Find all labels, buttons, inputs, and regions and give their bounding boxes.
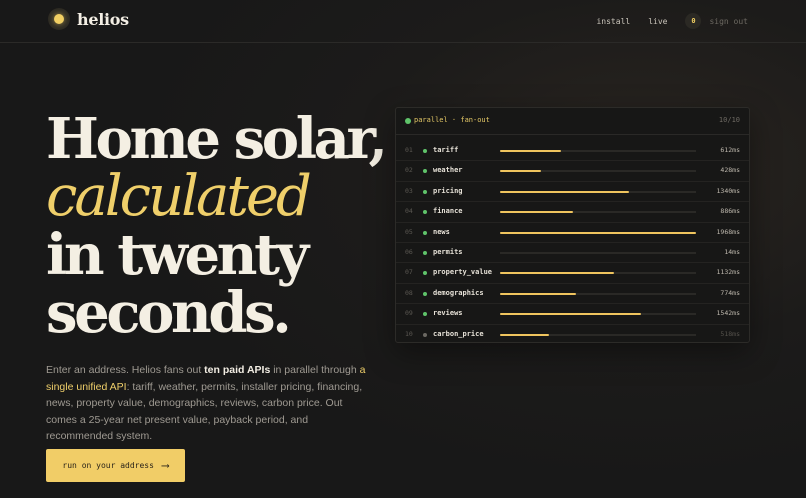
latency-bar-track: [500, 251, 696, 254]
status-dot-icon: [423, 332, 427, 337]
nav-links: install live 0 sign out: [578, 13, 748, 29]
status-dot-icon: [423, 312, 427, 317]
api-row-number: 09: [405, 309, 413, 318]
api-row-number: 03: [405, 186, 413, 195]
status-dot-icon: [423, 250, 427, 255]
status-dot-icon: [423, 210, 427, 215]
api-latency: 1542ms: [716, 309, 740, 318]
latency-bar-fill: [500, 170, 542, 173]
api-name: news: [433, 227, 450, 236]
hero-description: Enter an address. Helios fans out ten pa…: [46, 362, 366, 445]
api-row-number: 02: [405, 166, 413, 175]
api-latency: 774ms: [720, 288, 740, 297]
latency-bar-track: [500, 211, 696, 214]
sun-icon: [48, 8, 70, 30]
api-row: 05 news 1968ms: [396, 223, 749, 243]
status-dot-icon: [423, 230, 427, 235]
api-latency: 14ms: [724, 247, 740, 256]
latency-bar-fill: [500, 333, 549, 336]
api-latency: 1968ms: [716, 227, 740, 236]
latency-bar-fill: [500, 313, 642, 316]
hero-headline: Home solar, calculated in twenty seconds…: [46, 106, 388, 346]
status-dot-icon: [423, 291, 427, 296]
api-latency: 612ms: [720, 146, 740, 154]
hero-line-2: calculated: [46, 164, 312, 229]
api-row: 04 finance 886ms: [396, 202, 749, 223]
run-on-address-button[interactable]: run on your address ⟶: [46, 449, 185, 482]
hero-line-1: Home solar,: [46, 106, 388, 172]
description-part-2: in parallel through: [270, 364, 360, 376]
api-row-number: 05: [405, 227, 413, 236]
api-list: 01 tariff 612ms 02 weather 428ms 03 pricing 1340…: [396, 141, 749, 344]
cta-label: run on your address: [62, 461, 154, 470]
status-dot-icon: [423, 189, 427, 194]
latency-bar-track: [500, 333, 696, 336]
status-dot-icon: [405, 118, 411, 124]
status-dot-icon: [423, 271, 427, 276]
panel-title: parallel · fan-out: [414, 116, 490, 124]
api-row: 03 pricing 1340ms: [396, 182, 749, 203]
latency-bar-track: [500, 150, 696, 152]
api-name: demographics: [433, 288, 484, 297]
nav-link-install[interactable]: install: [596, 17, 630, 26]
api-name: carbon_price: [433, 329, 484, 338]
arrow-right-icon: ⟶: [161, 459, 169, 472]
api-row-number: 04: [405, 207, 413, 216]
logo[interactable]: helios: [48, 8, 129, 30]
description-part-1: Enter an address. Helios fans out: [46, 364, 205, 376]
fan-out-panel: parallel · fan-out 10/10 01 tariff 612ms 02…: [395, 107, 750, 343]
api-row: 09 reviews 1542ms: [396, 304, 749, 325]
latency-bar-fill: [500, 150, 561, 152]
api-name: finance: [433, 207, 463, 216]
latency-bar-fill: [500, 292, 577, 295]
sign-out-link[interactable]: sign out: [709, 17, 748, 26]
api-row-number: 07: [405, 268, 413, 277]
latency-bar-track: [500, 231, 696, 234]
api-name: permits: [433, 247, 463, 256]
brand-name: helios: [77, 9, 129, 29]
api-latency: 518ms: [720, 329, 740, 338]
hero-line-3: in twenty: [46, 222, 309, 288]
api-name: property_value: [433, 268, 493, 277]
panel-header: parallel · fan-out 10/10: [396, 108, 749, 135]
api-row: 08 demographics 774ms: [396, 284, 749, 305]
hero-line-4: seconds.: [46, 280, 292, 346]
api-name: reviews: [433, 309, 463, 318]
api-name: tariff: [433, 146, 459, 154]
latency-bar-fill: [500, 190, 630, 193]
api-latency: 428ms: [720, 166, 740, 175]
api-latency: 1132ms: [716, 268, 740, 277]
api-latency: 886ms: [720, 207, 740, 216]
latency-bar-track: [500, 272, 696, 275]
api-row: 02 weather 428ms: [396, 161, 749, 182]
api-name: weather: [433, 166, 463, 175]
latency-bar-track: [500, 190, 696, 193]
user-badge[interactable]: 0: [685, 13, 702, 29]
api-row-number: 10: [405, 329, 413, 338]
api-latency: 1340ms: [716, 186, 740, 195]
panel-count: 10/10: [718, 116, 740, 124]
status-dot-icon: [423, 169, 427, 174]
top-nav: helios install live 0 sign out: [0, 0, 806, 43]
latency-bar-fill: [500, 231, 696, 234]
nav-link-live[interactable]: live: [648, 17, 667, 26]
api-row-number: 08: [405, 288, 413, 297]
api-row-number: 01: [405, 146, 413, 154]
latency-bar-fill: [500, 211, 573, 214]
status-dot-icon: [423, 149, 427, 153]
latency-bar-track: [500, 313, 696, 316]
latency-bar-track: [500, 170, 696, 173]
latency-bar-fill: [500, 272, 614, 275]
api-row: 06 permits 14ms: [396, 243, 749, 264]
api-row: 07 property_value 1132ms: [396, 263, 749, 284]
api-row: 10 carbon_price 518ms: [396, 325, 749, 344]
api-row: 01 tariff 612ms: [396, 141, 749, 162]
api-name: pricing: [433, 186, 463, 195]
latency-bar-track: [500, 292, 696, 295]
api-row-number: 06: [405, 247, 413, 256]
description-highlight-apis: ten paid APIs: [204, 364, 271, 376]
